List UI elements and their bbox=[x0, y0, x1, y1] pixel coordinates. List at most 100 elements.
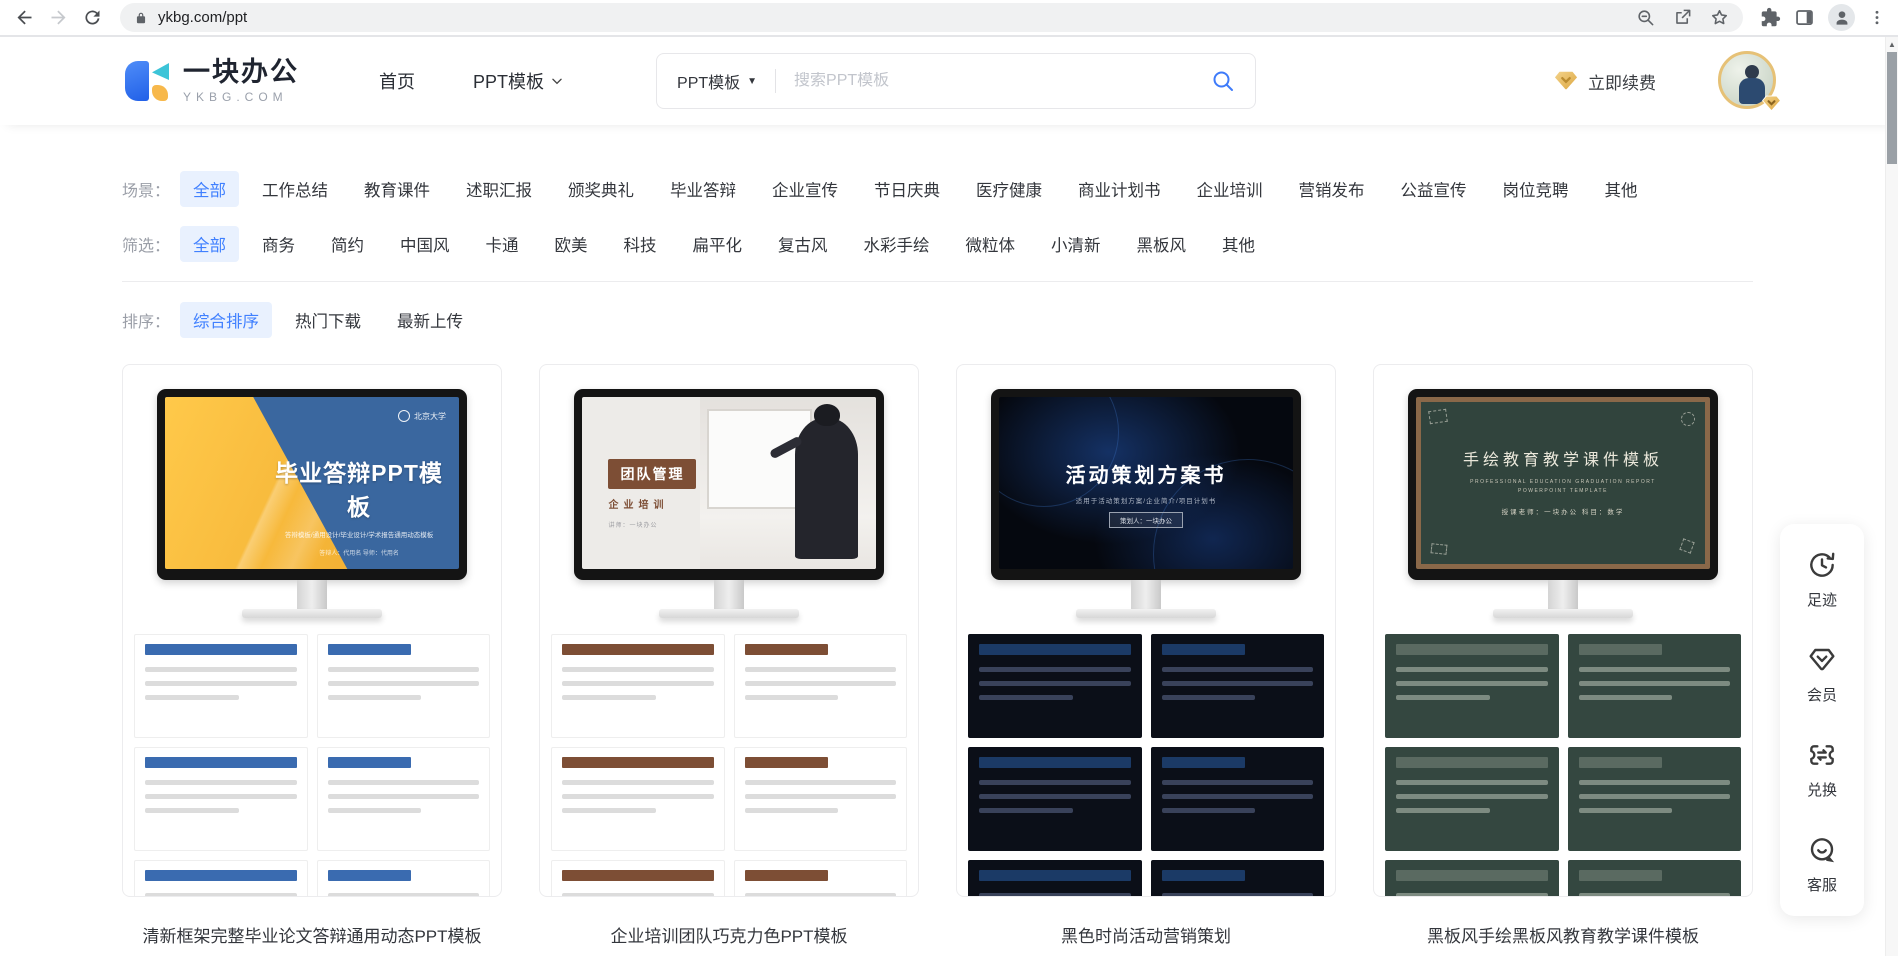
style-filter-chip[interactable]: 欧美 bbox=[542, 226, 601, 262]
toolbar-label: 足迹 bbox=[1806, 592, 1837, 609]
style-filter-chip[interactable]: 全部 bbox=[180, 226, 239, 262]
toolbar-label: 客服 bbox=[1806, 877, 1837, 894]
scene-filter-chip[interactable]: 毕业答辩 bbox=[657, 171, 749, 207]
toolbar-足迹[interactable]: 足迹 bbox=[1806, 549, 1838, 610]
page-scrollbar[interactable]: ▲ bbox=[1885, 37, 1898, 956]
template-preview[interactable]: 北京大学 毕业答辩PPT模板 答辩模板/通用设计/毕业设计/学术报告通用动态模板… bbox=[122, 364, 502, 897]
template-preview[interactable]: 手绘教育教学课件模板 PROFESSIONAL EDUCATION GRADUA… bbox=[1373, 364, 1753, 897]
nav-home[interactable]: 首页 bbox=[379, 68, 415, 94]
style-filter-chip[interactable]: 其他 bbox=[1209, 226, 1268, 262]
renew-label: 立即续费 bbox=[1588, 73, 1656, 93]
reload-icon[interactable] bbox=[82, 7, 103, 28]
user-avatar[interactable] bbox=[1718, 51, 1781, 111]
style-filter-chip[interactable]: 中国风 bbox=[387, 226, 463, 262]
search-category-dropdown[interactable]: PPT模板 ▼ bbox=[677, 69, 757, 93]
style-filter-chip[interactable]: 复古风 bbox=[765, 226, 841, 262]
exchange-icon bbox=[1806, 739, 1838, 771]
style-filter-chip[interactable]: 简约 bbox=[318, 226, 377, 262]
filter-row-scene: 场景： 全部 工作总结 教育课件 述职汇报 颁奖典礼 毕业答辩 企业宣传 节日庆典 医疗健康 商业… bbox=[122, 171, 1753, 207]
scrollbar-thumb[interactable] bbox=[1887, 52, 1897, 164]
search-input[interactable] bbox=[794, 72, 1212, 90]
template-card: 活动策划方案书 适用于活动策划方案/企业简介/项目计划书 策划人：一块办公 黑色… bbox=[956, 364, 1336, 947]
scene-filter-chip[interactable]: 医疗健康 bbox=[963, 171, 1055, 207]
caret-down-icon: ▼ bbox=[747, 75, 758, 87]
slide-thumbnail bbox=[316, 634, 490, 738]
slide-thumbnail bbox=[1150, 634, 1324, 738]
url-text[interactable]: ykbg.com/ppt bbox=[158, 9, 1626, 26]
scene-filter-chip[interactable]: 企业宣传 bbox=[759, 171, 851, 207]
slide-thumbnail bbox=[1385, 860, 1559, 896]
logo-mark-icon bbox=[125, 58, 171, 104]
slide-thumbnail bbox=[1567, 634, 1741, 738]
scene-filter-chip[interactable]: 营销发布 bbox=[1286, 171, 1378, 207]
template-title[interactable]: 黑板风手绘黑板风教育教学课件模板 bbox=[1373, 922, 1753, 947]
menu-icon[interactable] bbox=[1868, 7, 1886, 28]
slide-thumbnail bbox=[968, 747, 1142, 851]
toolbar-兑换[interactable]: 兑换 bbox=[1806, 739, 1838, 800]
avatar-vip-badge-icon bbox=[1761, 93, 1782, 114]
service-icon bbox=[1806, 834, 1838, 866]
scene-filter-chip[interactable]: 公益宣传 bbox=[1388, 171, 1480, 207]
monitor-mockup: 北京大学 毕业答辩PPT模板 答辩模板/通用设计/毕业设计/学术报告通用动态模板… bbox=[123, 365, 501, 618]
renew-button[interactable]: 立即续费 bbox=[1553, 68, 1656, 94]
slide-thumbnail bbox=[1385, 634, 1559, 738]
sort-option-chip[interactable]: 最新上传 bbox=[384, 302, 476, 338]
back-icon[interactable] bbox=[14, 7, 35, 28]
template-preview[interactable]: 活动策划方案书 适用于活动策划方案/企业简介/项目计划书 策划人：一块办公 bbox=[956, 364, 1336, 897]
scene-filter-chip[interactable]: 企业培训 bbox=[1184, 171, 1276, 207]
style-filter-chip[interactable]: 科技 bbox=[611, 226, 670, 262]
slide-subtitle: 企业培训 bbox=[608, 499, 669, 511]
template-card: 手绘教育教学课件模板 PROFESSIONAL EDUCATION GRADUA… bbox=[1373, 364, 1753, 947]
scene-filter-chip[interactable]: 教育课件 bbox=[351, 171, 443, 207]
template-preview[interactable]: 团队管理 企业培训 讲师：一块办公 bbox=[539, 364, 919, 897]
template-title[interactable]: 清新框架完整毕业论文答辩通用动态PPT模板 bbox=[122, 922, 502, 947]
scene-filter-chip[interactable]: 工作总结 bbox=[249, 171, 341, 207]
template-card: 北京大学 毕业答辩PPT模板 答辩模板/通用设计/毕业设计/学术报告通用动态模板… bbox=[122, 364, 502, 947]
scene-filter-chip[interactable]: 颁奖典礼 bbox=[555, 171, 647, 207]
scene-filter-chip[interactable]: 岗位竞聘 bbox=[1490, 171, 1582, 207]
thumbnail-grid bbox=[1385, 634, 1741, 896]
bookmark-icon[interactable] bbox=[1710, 8, 1729, 27]
template-title[interactable]: 企业培训团队巧克力色PPT模板 bbox=[539, 922, 919, 947]
slide-subtitle: 适用于活动策划方案/企业简介/项目计划书 bbox=[1075, 498, 1217, 506]
slide-thumbnail bbox=[134, 747, 308, 851]
search-icon[interactable] bbox=[1211, 69, 1235, 93]
site-logo[interactable]: 一块办公 YKBG.COM bbox=[125, 57, 299, 104]
scene-filter-chip[interactable]: 商业计划书 bbox=[1065, 171, 1174, 207]
sort-option-chip[interactable]: 综合排序 bbox=[180, 302, 272, 338]
style-filter-chip[interactable]: 卡通 bbox=[473, 226, 532, 262]
scene-filter-chip[interactable]: 节日庆典 bbox=[861, 171, 953, 207]
toolbar-会员[interactable]: 会员 bbox=[1806, 644, 1838, 705]
zoom-out-icon[interactable] bbox=[1636, 8, 1655, 27]
slide-thumbnail bbox=[968, 860, 1142, 896]
divider bbox=[122, 281, 1753, 282]
template-card: 团队管理 企业培训 讲师：一块办公 企业培训团队巧克力色PPT模板 bbox=[539, 364, 919, 947]
thumbnail-grid bbox=[134, 634, 490, 896]
style-filter-chip[interactable]: 小清新 bbox=[1038, 226, 1114, 262]
browser-toolbar: ykbg.com/ppt bbox=[0, 0, 1898, 37]
style-filter-chip[interactable]: 商务 bbox=[249, 226, 308, 262]
slide-thumbnail bbox=[1150, 860, 1324, 896]
style-filter-chip[interactable]: 扁平化 bbox=[680, 226, 756, 262]
slide-thumbnail bbox=[316, 860, 490, 896]
toolbar-客服[interactable]: 客服 bbox=[1806, 834, 1838, 895]
side-panel-icon[interactable] bbox=[1794, 7, 1815, 28]
nav-ppt-templates[interactable]: PPT模板 bbox=[473, 68, 564, 94]
scene-filter-chip[interactable]: 述职汇报 bbox=[453, 171, 545, 207]
slide-thumbnail bbox=[1567, 860, 1741, 896]
logo-domain: YKBG.COM bbox=[183, 89, 288, 104]
scrollbar-up-icon[interactable]: ▲ bbox=[1886, 37, 1898, 51]
style-filter-chip[interactable]: 黑板风 bbox=[1124, 226, 1200, 262]
scene-filter-chip[interactable]: 全部 bbox=[180, 171, 239, 207]
scene-filter-chip[interactable]: 其他 bbox=[1592, 171, 1651, 207]
profile-icon[interactable] bbox=[1828, 4, 1855, 31]
share-icon[interactable] bbox=[1673, 8, 1692, 27]
style-filter-chip[interactable]: 水彩手绘 bbox=[851, 226, 943, 262]
address-bar[interactable]: ykbg.com/ppt bbox=[120, 3, 1743, 32]
slide-title: 活动策划方案书 bbox=[1065, 464, 1227, 487]
sort-option-chip[interactable]: 热门下载 bbox=[282, 302, 374, 338]
extensions-icon[interactable] bbox=[1760, 7, 1781, 28]
style-filter-chip[interactable]: 微粒体 bbox=[953, 226, 1029, 262]
forward-icon[interactable] bbox=[48, 7, 69, 28]
template-title[interactable]: 黑色时尚活动营销策划 bbox=[956, 922, 1336, 947]
